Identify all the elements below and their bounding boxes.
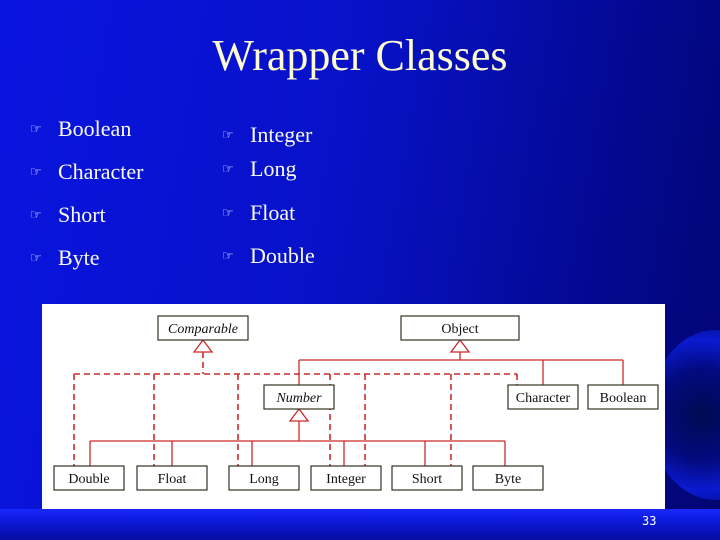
class-label-comparable: Comparable	[168, 322, 238, 337]
class-label-object: Object	[441, 322, 478, 337]
pointing-hand-icon: ☞	[30, 250, 42, 265]
class-label-integer: Integer	[326, 472, 366, 487]
bullet-label: Float	[250, 200, 296, 225]
bullet-item: ☞ Integer	[222, 122, 312, 148]
class-label-boolean: Boolean	[600, 391, 647, 406]
bullet-item: ☞ Byte	[30, 245, 100, 271]
bullet-label: Long	[250, 156, 297, 181]
bullet-label: Short	[58, 202, 106, 227]
pointing-hand-icon: ☞	[222, 205, 234, 220]
pointing-hand-icon: ☞	[30, 207, 42, 222]
diagram-canvas: Comparable Object Number Character Boolean Do…	[53, 315, 659, 491]
page-number: 33	[642, 514, 657, 528]
bullet-item: ☞ Long	[222, 156, 296, 182]
class-hierarchy-diagram: Comparable Object Number Character Boolean Do…	[42, 304, 665, 509]
number-inherit-arrow	[288, 407, 310, 422]
bullet-item: ☞ Double	[222, 243, 315, 269]
object-inherit-arrow	[449, 338, 471, 353]
pointing-hand-icon: ☞	[222, 127, 234, 142]
class-label-character: Character	[516, 391, 571, 406]
footer-bar	[0, 509, 720, 540]
bullet-label: Integer	[250, 122, 313, 147]
slide-title: Wrapper Classes	[212, 31, 508, 80]
class-label-byte: Byte	[495, 472, 521, 487]
class-label-double: Double	[68, 472, 109, 487]
class-label-float: Float	[158, 472, 187, 487]
bullet-item: ☞ Character	[30, 159, 144, 185]
pointing-hand-icon: ☞	[30, 164, 42, 179]
bullet-item: ☞ Boolean	[30, 116, 131, 142]
class-label-number: Number	[275, 391, 322, 406]
class-label-long: Long	[249, 472, 279, 487]
pointing-hand-icon: ☞	[222, 248, 234, 263]
pointing-hand-icon: ☞	[30, 121, 42, 136]
bullet-label: Byte	[58, 245, 100, 270]
class-label-short: Short	[412, 472, 442, 487]
bullet-label: Double	[250, 243, 315, 268]
bullet-item: ☞ Float	[222, 200, 295, 226]
bullet-label: Character	[58, 159, 144, 184]
bullet-item: ☞ Short	[30, 202, 106, 228]
comparable-inherit-arrow	[192, 338, 214, 353]
bullet-label: Boolean	[58, 116, 132, 141]
pointing-hand-icon: ☞	[222, 161, 234, 176]
